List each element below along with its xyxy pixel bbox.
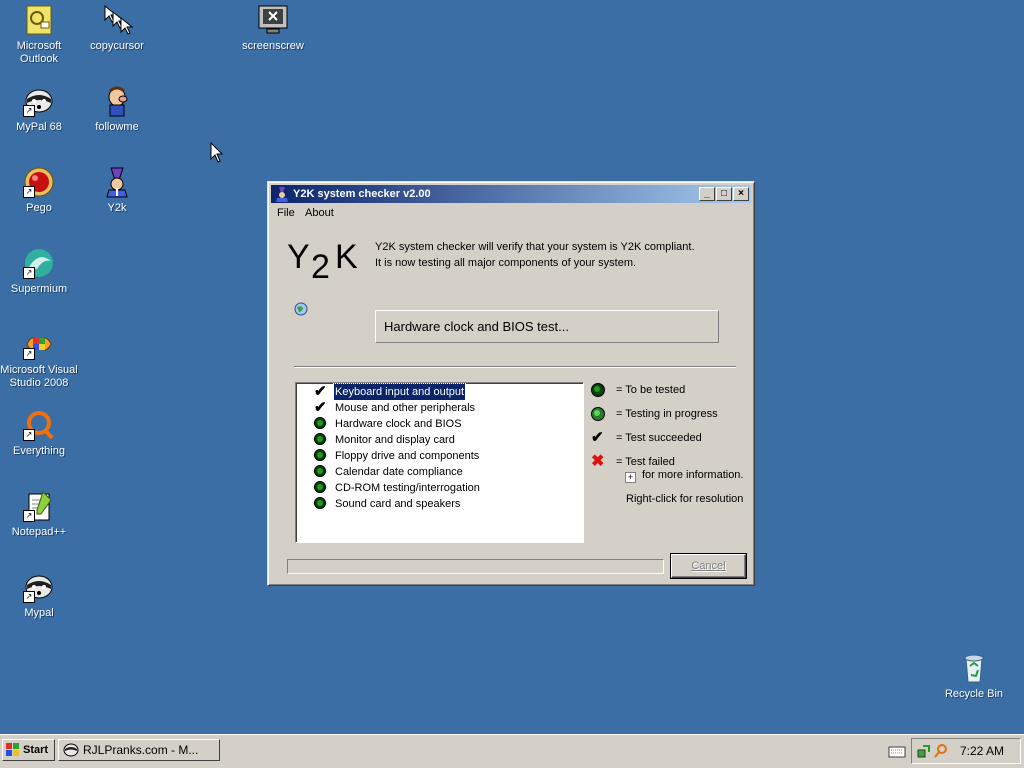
desktop-icon-label: Supermium: [10, 283, 68, 295]
logo-y: Y: [287, 238, 310, 276]
start-label: Start: [23, 744, 49, 756]
desktop-icon-label: Recycle Bin: [944, 688, 1004, 700]
notepadpp-icon: ↗: [23, 490, 55, 522]
desktop-icon-mypal[interactable]: ↗ Mypal: [0, 571, 79, 620]
character-icon: [101, 85, 133, 117]
cancel-button[interactable]: Cancel: [671, 554, 746, 578]
red-orb-icon: ↗: [23, 166, 55, 198]
taskbar-button-label: RJLPranks.com - M...: [83, 743, 199, 757]
taskbar: Start RJLPranks.com - M... 7:22 AM: [0, 734, 1024, 768]
system-tray: 7:22 AM: [911, 738, 1021, 764]
recycle-bin-icon: [958, 652, 990, 684]
desktop-icon-label: Microsoft Visual Studio 2008: [0, 364, 78, 389]
test-item-label: Mouse and other peripherals: [335, 402, 476, 414]
window-title: Y2K system checker v2.00: [293, 188, 431, 200]
legend-more-info: for more information.: [642, 469, 744, 481]
windows-flag-icon: [6, 743, 19, 756]
plus-expander-icon: +: [625, 472, 636, 483]
desktop-icon-label: MyPal 68: [16, 121, 62, 133]
desktop-icon-y2k[interactable]: Y2k: [77, 166, 157, 215]
desktop-icon-copycursor[interactable]: copycursor: [77, 4, 157, 53]
globe-icon: [294, 302, 308, 316]
desktop-icon-followme[interactable]: followme: [77, 85, 157, 134]
desktop-icon-notepadpp[interactable]: ↗ Notepad++: [0, 490, 79, 539]
desktop-icon-supermium[interactable]: ↗ Supermium: [0, 247, 79, 296]
logo-two: 2: [311, 248, 330, 286]
desktop-icon-label: Microsoft Outlook: [16, 40, 62, 65]
pending-bullet-icon: [314, 449, 326, 461]
screenscrew-icon: [257, 4, 289, 36]
legend-right-click: Right-click for resolution: [626, 493, 744, 505]
desktop-icon-label: Notepad++: [11, 526, 67, 538]
test-item-label: Monitor and display card: [335, 434, 455, 446]
desktop-icon-label: Everything: [13, 445, 65, 457]
start-button[interactable]: Start: [2, 739, 55, 761]
test-item-label: Floppy drive and components: [335, 450, 480, 462]
everything-icon: ↗: [23, 409, 55, 441]
desktop-icon-everything[interactable]: ↗ Everything: [0, 409, 79, 458]
pending-bullet-icon: [314, 481, 326, 493]
raccoon-icon: [63, 743, 79, 757]
raccoon-icon: ↗: [23, 85, 55, 117]
network-icon[interactable]: [917, 744, 931, 758]
desktop-icon-screenscrew[interactable]: screenscrew: [233, 4, 313, 53]
desktop-icon-label: followme: [95, 121, 139, 133]
test-item-label: Calendar date compliance: [335, 466, 463, 478]
clock[interactable]: 7:22 AM: [960, 744, 1004, 758]
keyboard-icon[interactable]: [888, 744, 906, 758]
test-item-label: Hardware clock and BIOS: [335, 418, 462, 430]
logo-k: K: [335, 238, 358, 276]
taskbar-button-rjlpranks[interactable]: RJLPranks.com - M...: [58, 739, 220, 761]
outlook-icon: [23, 4, 55, 36]
visual-studio-icon: ↗: [23, 328, 55, 360]
pending-bullet-icon: [314, 497, 326, 509]
mouse-pointer-icon: [210, 142, 224, 163]
test-list[interactable]: ✔ Keyboard input and output ✔ Mouse and …: [295, 382, 584, 543]
check-icon: ✔: [314, 383, 327, 400]
desktop-icon-recycle-bin[interactable]: Recycle Bin: [934, 652, 1014, 701]
desktop-icon-label: Pego: [26, 202, 52, 214]
desktop-icon-label: Y2k: [107, 202, 127, 214]
search-icon[interactable]: [934, 744, 948, 758]
desktop-icon-label: copycursor: [90, 40, 144, 52]
cursor-icon: [101, 4, 134, 36]
pending-bullet-icon: [314, 433, 326, 445]
supermium-icon: ↗: [23, 247, 55, 279]
pending-bullet-icon: [314, 417, 326, 429]
desktop-icon-outlook[interactable]: Microsoft Outlook: [0, 4, 79, 66]
desktop-icon-label: screenscrew: [242, 40, 304, 52]
test-item-label: CD-ROM testing/interrogation: [335, 482, 480, 494]
menu-file[interactable]: File: [277, 207, 295, 219]
desktop-icon-visual-studio[interactable]: ↗ Microsoft Visual Studio 2008: [0, 328, 79, 390]
legend-notes: + for more information. Right-click for …: [590, 182, 750, 587]
check-icon: ✔: [314, 399, 327, 416]
wizard-icon: [276, 187, 288, 202]
y2k-checker-window: Y2K system checker v2.00 _ □ × File Abou…: [267, 181, 755, 586]
raccoon-icon: ↗: [23, 571, 55, 603]
menu-about[interactable]: About: [305, 207, 334, 219]
test-item-label: Sound card and speakers: [335, 498, 461, 510]
pending-bullet-icon: [314, 465, 326, 477]
desktop-icon-mypal68[interactable]: ↗ MyPal 68: [0, 85, 79, 134]
wizard-icon: [101, 166, 133, 198]
desktop-icon-label: Mypal: [24, 607, 54, 619]
test-item-label: Keyboard input and output: [332, 383, 467, 401]
progress-bar: [287, 559, 664, 574]
desktop-icon-pego[interactable]: ↗ Pego: [0, 166, 79, 215]
